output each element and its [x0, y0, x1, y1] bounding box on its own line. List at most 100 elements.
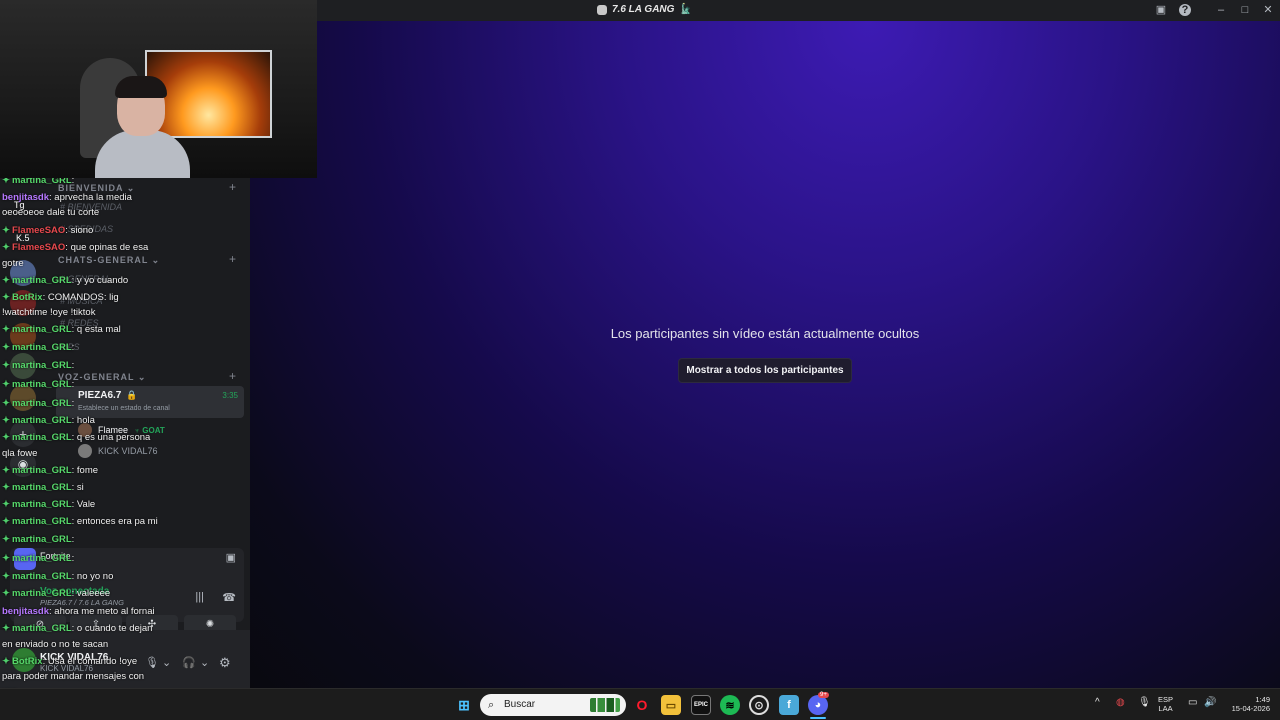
chat-badge-icon: ✦: [2, 571, 10, 582]
chat-text: Usa el comando !oye: [47, 656, 138, 667]
chat-text: Vale: [76, 499, 96, 510]
chat-text: fome: [76, 465, 99, 476]
chat-username[interactable]: martina_GRL: [12, 398, 72, 409]
chevron-down-icon[interactable]: ⌄: [162, 656, 171, 669]
chat-text: q esta mal: [76, 324, 121, 335]
chat-username[interactable]: martina_GRL: [12, 415, 72, 426]
taskbar-search[interactable]: ⌕ Buscar: [480, 694, 626, 716]
microphone-icon[interactable]: 🎙: [1138, 697, 1151, 708]
opera-icon[interactable]: O: [632, 695, 652, 715]
chevron-down-icon[interactable]: ⌄: [200, 656, 209, 669]
chat-username[interactable]: martina_GRL: [12, 534, 72, 545]
headphones-icon[interactable]: 🎧: [182, 656, 196, 669]
chat-username[interactable]: martina_GRL: [12, 623, 72, 634]
disconnect-icon[interactable]: ☎: [222, 591, 236, 604]
chat-username[interactable]: BotRix: [12, 292, 43, 303]
channel-status-hint[interactable]: Establece un estado de canal: [78, 405, 170, 412]
chat-username[interactable]: martina_GRL: [12, 588, 72, 599]
chat-text: o cuando te dejan: [76, 623, 153, 634]
chat-username[interactable]: martina_GRL: [12, 379, 72, 390]
chat-username[interactable]: FlameeSAO: [12, 242, 65, 253]
chat-badge-icon: ✦: [2, 342, 10, 353]
inbox-icon[interactable]: ▣: [1155, 4, 1167, 16]
chat-message: ✦ martina_GRL: o cuando te dejan: [2, 623, 153, 634]
chat-badge-icon: ✦: [2, 499, 10, 510]
chat-badge-icon: ✦: [2, 324, 10, 335]
chat-message: ✦ martina_GRL:: [2, 360, 75, 371]
chat-username[interactable]: martina_GRL: [12, 482, 72, 493]
chat-text: no yo no: [76, 571, 114, 582]
mic-icon[interactable]: 🎙: [145, 656, 159, 669]
chat-message: oeoeoeoe dale tu corte: [2, 207, 99, 219]
chat-message: ✦ martina_GRL:: [2, 553, 75, 564]
chat-message: ✦ FlameeSAO: siono: [2, 225, 94, 236]
category-chats-general[interactable]: CHATS-GENERAL ⌄: [58, 255, 160, 266]
minimize-icon[interactable]: –: [1215, 4, 1227, 16]
chat-username[interactable]: benjitasdk: [2, 192, 49, 203]
chat-username[interactable]: martina_GRL: [12, 360, 72, 371]
add-channel-icon[interactable]: +: [229, 180, 236, 194]
maximize-icon[interactable]: □: [1239, 4, 1251, 16]
chat-text: ahora me meto al fornai: [54, 606, 155, 617]
file-explorer-icon[interactable]: ▭: [661, 695, 681, 715]
clock[interactable]: 1:49 15-04-2026: [1224, 695, 1270, 713]
noise-suppression-icon[interactable]: |||: [195, 591, 204, 603]
chat-username[interactable]: martina_GRL: [12, 516, 72, 527]
language-indicator[interactable]: ESP LAA: [1158, 695, 1173, 713]
chat-text: que opinas de esa: [70, 242, 149, 253]
chat-text: siono: [70, 225, 94, 236]
voice-timer: 3:35: [222, 391, 238, 400]
active-voice-channel[interactable]: PIEZA6.7 🔒 3:35 Establece un estado de c…: [56, 386, 244, 418]
chat-username[interactable]: martina_GRL: [12, 432, 72, 443]
settings-gear-icon[interactable]: ⚙: [219, 655, 231, 671]
epic-games-icon[interactable]: EPIC: [691, 695, 711, 715]
add-channel-icon[interactable]: +: [229, 252, 236, 266]
tray-overflow-icon[interactable]: ^: [1095, 697, 1100, 708]
chat-username[interactable]: martina_GRL: [12, 342, 72, 353]
app-icon[interactable]: f: [779, 695, 799, 715]
chat-username[interactable]: BotRix: [12, 656, 43, 667]
close-icon[interactable]: ✕: [1262, 4, 1274, 16]
discord-icon[interactable]: ◕: [808, 695, 828, 715]
add-channel-icon[interactable]: +: [229, 369, 236, 383]
chat-badge-icon: ✦: [2, 656, 10, 667]
spotify-icon[interactable]: ≋: [720, 695, 740, 715]
chat-username[interactable]: FlameeSAO: [12, 225, 65, 236]
voice-member[interactable]: KICK VIDAL76: [78, 444, 158, 458]
title-bar: 7.6 LA GANG 🗽 ▣ ? – □ ✕: [317, 0, 1280, 21]
chat-username[interactable]: martina_GRL: [12, 499, 72, 510]
window-title-text: 7.6 LA GANG: [612, 4, 675, 15]
volume-icon[interactable]: 🔊: [1204, 697, 1216, 708]
chat-username[interactable]: martina_GRL: [12, 324, 72, 335]
chat-username[interactable]: martina_GRL: [12, 275, 72, 286]
chat-badge-icon: ✦: [2, 534, 10, 545]
chat-badge-icon: ✦: [2, 482, 10, 493]
taskbar: ⊞ ⌕ Buscar O ▭ EPIC ≋ ⊙ f ◕ 9+ ^ ◍ 🎙 ESP…: [0, 688, 1280, 720]
tray-app-icon[interactable]: ◍: [1116, 697, 1125, 708]
chat-username[interactable]: martina_GRL: [12, 465, 72, 476]
date: 15-04-2026: [1231, 704, 1270, 713]
chat-badge-icon: ✦: [2, 465, 10, 476]
chat-badge-icon: ✦: [2, 398, 10, 409]
windows-start-icon[interactable]: ⊞: [454, 695, 474, 715]
chat-badge-icon: ✦: [2, 275, 10, 286]
steam-icon[interactable]: ⊙: [749, 695, 769, 715]
chat-text: q es una persona: [76, 432, 151, 443]
chat-badge-icon: ✦: [2, 588, 10, 599]
show-all-participants-button[interactable]: Mostrar a todos los participantes: [678, 358, 852, 383]
chat-username[interactable]: martina_GRL: [12, 571, 72, 582]
chat-badge-icon: ✦: [2, 242, 10, 253]
chat-message: benjitasdk: ahora me meto al fornai: [2, 606, 155, 617]
chat-text: si: [76, 482, 84, 493]
chat-message: ✦ martina_GRL: hola: [2, 415, 95, 426]
chat-username[interactable]: martina_GRL: [12, 553, 72, 564]
screen-share-icon[interactable]: ▣: [226, 551, 236, 564]
help-icon[interactable]: ?: [1179, 4, 1191, 16]
chat-message: ✦ BotRix: COMANDOS: lig: [2, 292, 119, 303]
chat-username[interactable]: benjitasdk: [2, 606, 49, 617]
active-indicator: [810, 717, 826, 719]
chat-message: ✦ martina_GRL:: [2, 534, 75, 545]
call-stage: Los participantes sin vídeo están actual…: [250, 21, 1280, 688]
chat-badge-icon: ✦: [2, 516, 10, 527]
network-icon[interactable]: ▭: [1188, 697, 1197, 708]
